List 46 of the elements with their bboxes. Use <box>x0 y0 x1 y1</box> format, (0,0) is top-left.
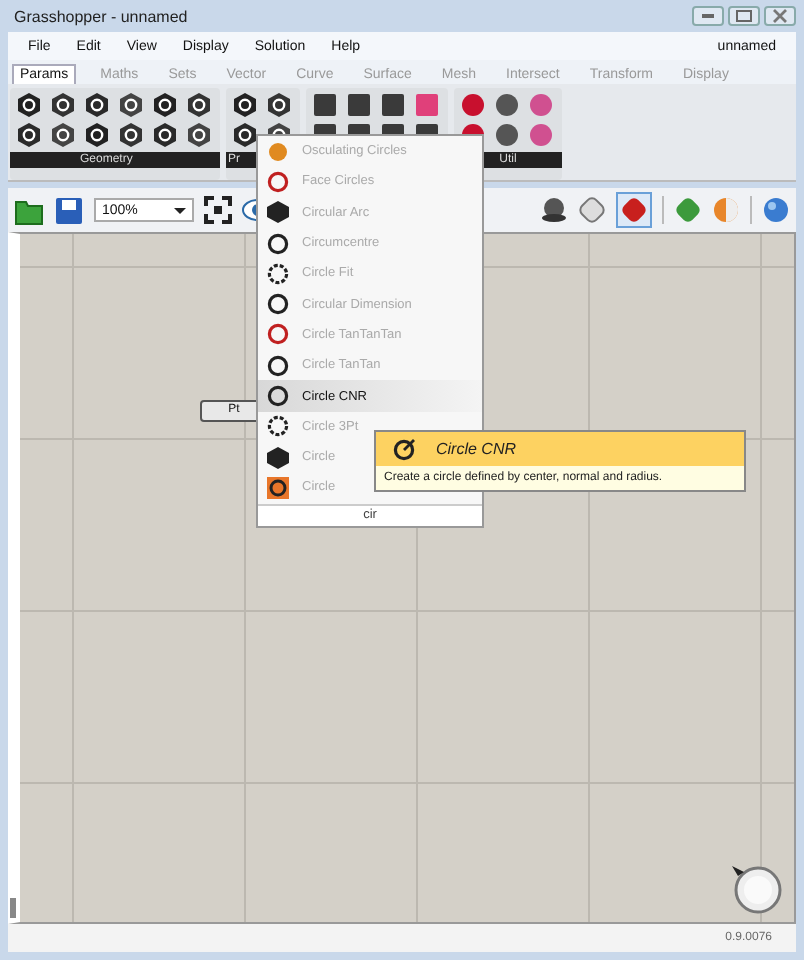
component-icon[interactable] <box>346 92 372 118</box>
globe-icon[interactable] <box>762 196 790 224</box>
wireframe-icon[interactable] <box>578 196 606 224</box>
circle-component-icon <box>266 169 290 194</box>
component-icon[interactable] <box>186 92 212 118</box>
component-icon[interactable] <box>118 92 144 118</box>
component-icon[interactable] <box>312 92 338 118</box>
tooltip-title: Circle CNR <box>436 440 516 458</box>
circle-component-icon <box>266 139 290 164</box>
scroll-bar[interactable] <box>10 898 16 918</box>
component-icon[interactable] <box>152 122 178 148</box>
circle-component-icon <box>266 322 290 347</box>
circle-component-icon <box>266 292 290 317</box>
circle-component-icon <box>266 231 290 256</box>
component-icon[interactable] <box>50 92 76 118</box>
minimize-button[interactable] <box>692 6 724 26</box>
circle-component-icon <box>266 475 290 500</box>
maximize-button[interactable] <box>728 6 760 26</box>
component-icon[interactable] <box>152 92 178 118</box>
component-icon[interactable] <box>232 122 258 148</box>
bake-icon[interactable] <box>674 196 702 224</box>
zoom-extents-icon[interactable] <box>204 196 232 224</box>
close-button[interactable] <box>764 6 796 26</box>
circle-component-icon <box>266 445 290 470</box>
component-icon[interactable] <box>84 122 110 148</box>
component-icon[interactable] <box>118 122 144 148</box>
circle-component-icon <box>266 200 290 225</box>
component-icon[interactable] <box>84 92 110 118</box>
component-icon[interactable] <box>380 92 406 118</box>
circle-component-icon <box>266 353 290 378</box>
component-icon[interactable] <box>186 122 212 148</box>
window-title: Grasshopper - unnamed <box>12 7 188 25</box>
folder-icon[interactable] <box>14 195 44 225</box>
component-icon[interactable] <box>50 122 76 148</box>
save-icon[interactable] <box>54 195 84 225</box>
component-icon[interactable] <box>16 122 42 148</box>
circle-component-icon <box>266 414 290 439</box>
shaded-button[interactable] <box>616 192 652 228</box>
component-icon[interactable] <box>16 92 42 118</box>
circle-component-icon <box>392 437 416 461</box>
component-icon[interactable] <box>232 92 258 118</box>
component-icon[interactable] <box>266 92 292 118</box>
preview-icon[interactable] <box>540 196 568 224</box>
circle-component-icon <box>266 261 290 286</box>
navigation-compass-drawing[interactable] <box>730 862 782 914</box>
circle-component-icon <box>266 384 290 409</box>
